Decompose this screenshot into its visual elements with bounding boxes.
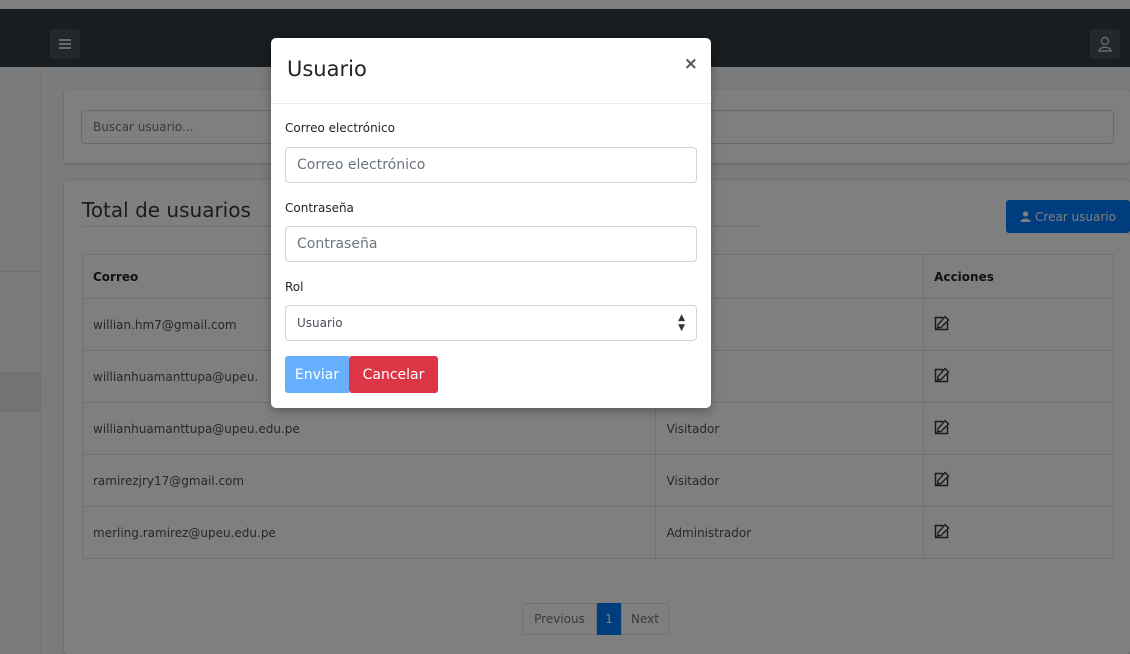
- role-select-value: Usuario: [297, 316, 343, 330]
- modal-title: Usuario: [287, 57, 367, 81]
- user-modal: Usuario × Correo electrónico Contraseña …: [271, 38, 711, 408]
- close-icon[interactable]: ×: [684, 54, 698, 74]
- modal-header: Usuario ×: [271, 38, 711, 104]
- password-field[interactable]: [285, 226, 697, 262]
- send-button[interactable]: Enviar: [285, 356, 349, 393]
- select-arrows-icon: ▲ ▼: [678, 313, 685, 333]
- role-label: Rol: [285, 280, 304, 294]
- email-label: Correo electrónico: [285, 121, 395, 135]
- password-label: Contraseña: [285, 201, 354, 215]
- email-field[interactable]: [285, 147, 697, 183]
- role-select[interactable]: Usuario ▲ ▼: [285, 305, 697, 341]
- cancel-button[interactable]: Cancelar: [349, 356, 438, 393]
